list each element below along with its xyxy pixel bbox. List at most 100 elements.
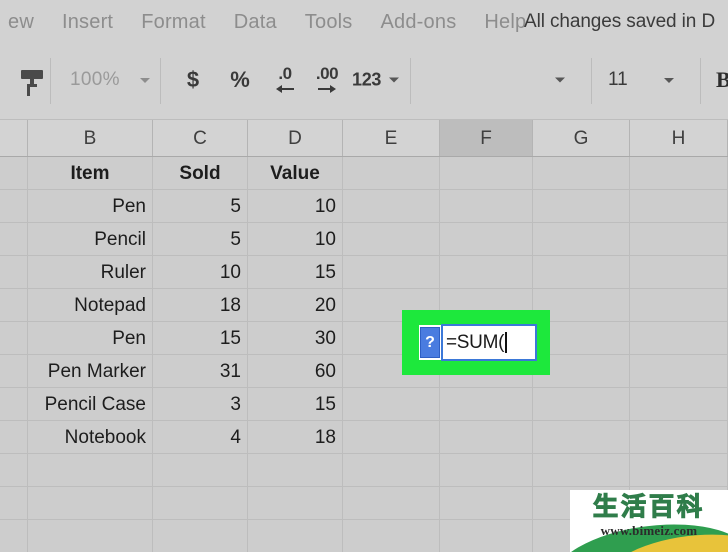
table-row[interactable]: Ruler 10 15 bbox=[0, 256, 728, 289]
increase-decimal-button[interactable]: .00 bbox=[310, 63, 344, 97]
grid-cell[interactable] bbox=[0, 421, 28, 454]
grid-cell[interactable] bbox=[440, 388, 533, 421]
grid-cell[interactable] bbox=[533, 388, 630, 421]
formula-help-button[interactable]: ? bbox=[419, 325, 441, 360]
format-percent-button[interactable]: % bbox=[225, 67, 255, 93]
grid-cell[interactable] bbox=[0, 322, 28, 355]
grid-cell[interactable] bbox=[153, 487, 248, 520]
grid-cell[interactable] bbox=[440, 421, 533, 454]
bold-button[interactable]: B bbox=[716, 67, 728, 93]
grid-cell[interactable] bbox=[343, 520, 440, 552]
grid-cell[interactable]: Value bbox=[248, 157, 343, 190]
table-row[interactable]: Pen 5 10 bbox=[0, 190, 728, 223]
grid-cell[interactable] bbox=[630, 289, 728, 322]
grid-cell[interactable] bbox=[248, 520, 343, 552]
column-header-g[interactable]: G bbox=[533, 120, 630, 157]
grid-cell[interactable] bbox=[248, 487, 343, 520]
paint-format-button[interactable] bbox=[18, 63, 52, 97]
grid-cell[interactable] bbox=[343, 388, 440, 421]
grid-cell[interactable] bbox=[440, 256, 533, 289]
grid-cell[interactable] bbox=[343, 454, 440, 487]
column-header-d[interactable]: D bbox=[248, 120, 343, 157]
menu-addons[interactable]: Add-ons bbox=[367, 11, 471, 34]
grid-cell[interactable]: Ruler bbox=[28, 256, 153, 289]
grid-cell[interactable] bbox=[440, 487, 533, 520]
grid-cell[interactable]: 20 bbox=[248, 289, 343, 322]
grid-cell[interactable]: 31 bbox=[153, 355, 248, 388]
format-currency-button[interactable]: $ bbox=[178, 67, 208, 93]
grid-cell[interactable] bbox=[630, 322, 728, 355]
grid-cell[interactable]: 10 bbox=[153, 256, 248, 289]
formula-input-cell[interactable]: =SUM( bbox=[441, 324, 537, 361]
grid-cell[interactable] bbox=[248, 454, 343, 487]
grid-cell[interactable]: Pencil Case bbox=[28, 388, 153, 421]
grid-cell[interactable] bbox=[533, 157, 630, 190]
table-row[interactable]: Item Sold Value bbox=[0, 157, 728, 190]
table-row[interactable]: Pen Marker 31 60 bbox=[0, 355, 728, 388]
menu-data[interactable]: Data bbox=[220, 11, 291, 34]
grid-cell[interactable] bbox=[440, 454, 533, 487]
decrease-decimal-button[interactable]: .0 bbox=[268, 63, 302, 97]
number-format-dropdown[interactable]: 123 bbox=[352, 70, 400, 91]
column-header-c[interactable]: C bbox=[153, 120, 248, 157]
grid-cell[interactable] bbox=[28, 520, 153, 552]
table-row[interactable]: Pencil Case 3 15 bbox=[0, 388, 728, 421]
grid-cell[interactable]: Notepad bbox=[28, 289, 153, 322]
menu-insert[interactable]: Insert bbox=[48, 11, 127, 34]
menu-view[interactable]: ew bbox=[0, 11, 48, 34]
grid-cell[interactable] bbox=[630, 388, 728, 421]
table-row[interactable]: Pen 15 30 bbox=[0, 322, 728, 355]
grid-cell[interactable] bbox=[630, 454, 728, 487]
grid-cell[interactable] bbox=[630, 256, 728, 289]
grid-cell[interactable]: 15 bbox=[248, 256, 343, 289]
grid-cell[interactable] bbox=[0, 355, 28, 388]
zoom-dropdown[interactable]: 100% bbox=[70, 69, 150, 91]
grid-cell[interactable]: Item bbox=[28, 157, 153, 190]
grid-cell[interactable]: Pen Marker bbox=[28, 355, 153, 388]
grid-cell[interactable] bbox=[533, 421, 630, 454]
grid-cell[interactable]: Sold bbox=[153, 157, 248, 190]
grid-cell[interactable] bbox=[630, 355, 728, 388]
grid-cell[interactable] bbox=[153, 454, 248, 487]
grid-cell[interactable] bbox=[0, 520, 28, 552]
column-header-a[interactable] bbox=[0, 120, 28, 157]
grid-cell[interactable] bbox=[0, 388, 28, 421]
grid-cell[interactable]: 18 bbox=[153, 289, 248, 322]
grid-cell[interactable]: 5 bbox=[153, 223, 248, 256]
grid-cell[interactable]: 10 bbox=[248, 190, 343, 223]
grid-cell[interactable] bbox=[533, 454, 630, 487]
column-header-b[interactable]: B bbox=[28, 120, 153, 157]
grid-cell[interactable]: Pen bbox=[28, 322, 153, 355]
column-header-f[interactable]: F bbox=[440, 120, 533, 157]
grid-cell[interactable] bbox=[343, 190, 440, 223]
grid-cell[interactable] bbox=[630, 190, 728, 223]
grid-cell[interactable] bbox=[0, 223, 28, 256]
font-family-dropdown[interactable] bbox=[425, 77, 565, 83]
grid-cell[interactable] bbox=[440, 157, 533, 190]
grid-cell[interactable] bbox=[630, 157, 728, 190]
table-row[interactable] bbox=[0, 454, 728, 487]
grid-cell[interactable]: 4 bbox=[153, 421, 248, 454]
grid-cell[interactable] bbox=[0, 289, 28, 322]
font-size-dropdown[interactable]: 11 bbox=[608, 69, 674, 91]
grid-cell[interactable] bbox=[0, 454, 28, 487]
grid-cell[interactable]: 5 bbox=[153, 190, 248, 223]
menu-tools[interactable]: Tools bbox=[291, 11, 367, 34]
grid-cell[interactable] bbox=[533, 223, 630, 256]
grid-cell[interactable]: 18 bbox=[248, 421, 343, 454]
grid-cell[interactable]: 15 bbox=[248, 388, 343, 421]
column-header-e[interactable]: E bbox=[343, 120, 440, 157]
grid-cell[interactable]: 15 bbox=[153, 322, 248, 355]
grid-cell[interactable] bbox=[0, 157, 28, 190]
table-row[interactable]: Notepad 18 20 bbox=[0, 289, 728, 322]
grid-cell[interactable] bbox=[440, 223, 533, 256]
grid-cell[interactable] bbox=[0, 487, 28, 520]
column-header-h[interactable]: H bbox=[630, 120, 728, 157]
grid-cell[interactable] bbox=[28, 487, 153, 520]
grid-cell[interactable] bbox=[630, 421, 728, 454]
grid-cell[interactable] bbox=[440, 520, 533, 552]
grid-cell[interactable] bbox=[440, 190, 533, 223]
grid-cell[interactable] bbox=[343, 256, 440, 289]
grid-cell[interactable] bbox=[533, 256, 630, 289]
grid-cell[interactable] bbox=[343, 223, 440, 256]
